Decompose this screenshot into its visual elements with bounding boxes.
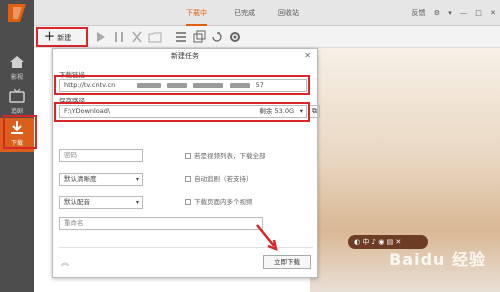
dialog-title: 新建任务 xyxy=(171,52,199,60)
window-controls: 反馈 ⚙ ▾ — □ ✕ xyxy=(406,0,496,26)
highlight-download-sidebar xyxy=(3,115,37,149)
minimize-icon[interactable]: — xyxy=(460,9,467,17)
browse-folder-icon[interactable]: ⧉ xyxy=(309,105,320,118)
chk-multi-video[interactable]: 下载页面内多个视频 xyxy=(185,196,253,206)
chevron-down-icon: ▾ xyxy=(135,176,139,183)
list-icon[interactable] xyxy=(174,29,188,45)
toolbar: ＋ 新建 xyxy=(34,26,500,48)
tab-recycle-bin[interactable]: 回收站 xyxy=(278,0,299,26)
sidebar-item-label: 影视 xyxy=(10,74,23,81)
home-icon xyxy=(10,56,24,68)
checkbox[interactable] xyxy=(185,176,191,182)
maximize-icon[interactable]: □ xyxy=(475,9,482,17)
highlight-path-field xyxy=(54,102,310,122)
chk-auto-follow[interactable]: 自动追剧（若支持） xyxy=(185,173,253,183)
menu-icon[interactable]: ▾ xyxy=(448,9,452,17)
watermark-text: Baidu 经验 xyxy=(389,250,486,269)
tab-downloading[interactable]: 下载中 xyxy=(186,0,207,26)
folder-icon[interactable] xyxy=(148,29,162,45)
highlight-new-button xyxy=(36,27,88,47)
play-icon[interactable] xyxy=(94,29,108,45)
sidebar-item-movies[interactable]: 影视 xyxy=(0,52,34,86)
tab-completed[interactable]: 已完成 xyxy=(234,0,255,26)
checkbox[interactable] xyxy=(185,153,191,159)
top-bar: 下载中 已完成 回收站 反馈 ⚙ ▾ — □ ✕ xyxy=(34,0,500,26)
checkbox[interactable] xyxy=(185,199,191,205)
red-arrow-icon xyxy=(256,224,278,251)
delete-icon[interactable] xyxy=(130,29,144,45)
pause-icon[interactable] xyxy=(112,29,126,45)
close-icon[interactable]: ✕ xyxy=(490,9,496,17)
quality-select[interactable]: 默认清晰度 ▾ xyxy=(59,173,143,186)
password-input[interactable]: 密码 xyxy=(59,149,143,162)
download-now-button[interactable]: 立即下载 xyxy=(263,255,311,269)
audio-select[interactable]: 默认配音 ▾ xyxy=(59,196,143,209)
gear-icon[interactable]: ⚙ xyxy=(434,9,440,17)
settings-icon[interactable] xyxy=(228,29,242,45)
rename-input[interactable]: 重命名 xyxy=(59,217,263,230)
copy-icon[interactable] xyxy=(192,29,206,45)
refresh-icon[interactable] xyxy=(210,29,224,45)
app-logo-icon xyxy=(8,4,26,22)
tv-icon xyxy=(9,88,25,103)
close-icon[interactable]: ✕ xyxy=(304,51,311,60)
chk-download-all[interactable]: 若是视频列表，下载全部 xyxy=(185,150,266,160)
sidebar-item-label: 追剧 xyxy=(10,108,23,115)
highlight-url-field xyxy=(54,75,310,95)
feedback-link[interactable]: 反馈 xyxy=(412,9,426,17)
collapse-icon[interactable]: ︽ xyxy=(61,257,69,268)
chevron-down-icon: ▾ xyxy=(135,199,139,206)
